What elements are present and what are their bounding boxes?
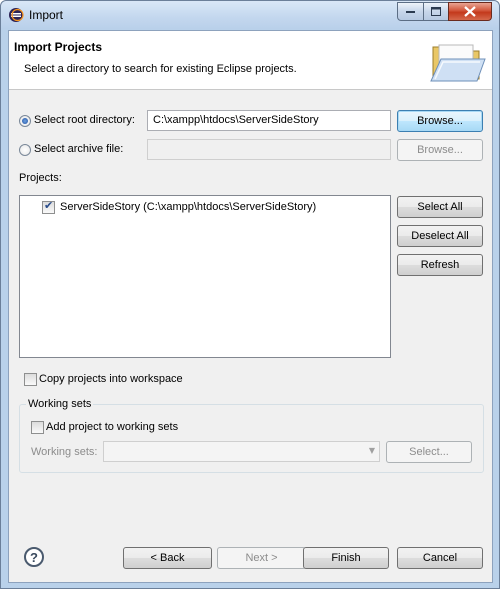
working-sets-label: Working sets: <box>31 446 98 458</box>
list-item[interactable]: ServerSideStory (C:\xampp\htdocs\ServerS… <box>42 199 387 217</box>
select-root-directory-radio[interactable] <box>19 115 31 127</box>
page-description: Select a directory to search for existin… <box>24 63 297 75</box>
title-bar[interactable]: Import <box>1 1 499 29</box>
folder-open-icon <box>430 44 486 82</box>
refresh-button[interactable]: Refresh <box>397 254 483 276</box>
back-button[interactable]: < Back <box>123 547 212 569</box>
project-checkbox[interactable] <box>42 199 55 214</box>
select-all-button[interactable]: Select All <box>397 196 483 218</box>
minimize-button[interactable] <box>397 2 424 21</box>
page-title: Import Projects <box>14 40 103 54</box>
next-button[interactable]: Next > <box>217 547 306 569</box>
working-sets-select-button[interactable]: Select... <box>386 441 472 463</box>
copy-projects-label[interactable]: Copy projects into workspace <box>39 373 183 385</box>
add-to-working-sets-label[interactable]: Add project to working sets <box>46 421 178 433</box>
select-archive-file-radio[interactable] <box>19 144 31 156</box>
copy-projects-checkbox[interactable] <box>24 373 37 386</box>
close-icon <box>464 6 476 17</box>
working-sets-group-label: Working sets <box>26 398 94 410</box>
finish-button[interactable]: Finish <box>303 547 389 569</box>
add-to-working-sets-checkbox[interactable] <box>31 421 44 434</box>
wizard-header: Import Projects Select a directory to se… <box>9 31 492 90</box>
maximize-icon <box>430 6 441 16</box>
projects-list[interactable]: ServerSideStory (C:\xampp\htdocs\ServerS… <box>19 195 391 358</box>
import-dialog: Import Import Projects Select a director… <box>0 0 500 589</box>
deselect-all-button[interactable]: Deselect All <box>397 225 483 247</box>
eclipse-icon <box>9 8 24 22</box>
minimize-icon <box>405 10 415 13</box>
root-browse-button[interactable]: Browse... <box>397 110 483 132</box>
root-directory-input[interactable]: C:\xampp\htdocs\ServerSideStory <box>147 110 391 131</box>
working-sets-combo[interactable]: ▼ <box>103 441 380 462</box>
project-label: ServerSideStory (C:\xampp\htdocs\ServerS… <box>60 201 317 213</box>
cancel-button[interactable]: Cancel <box>397 547 483 569</box>
maximize-button[interactable] <box>423 2 449 21</box>
archive-browse-button[interactable]: Browse... <box>397 139 483 161</box>
select-root-directory-label[interactable]: Select root directory: <box>34 114 135 126</box>
dialog-client-area: Import Projects Select a directory to se… <box>8 30 493 583</box>
archive-file-input[interactable] <box>147 139 391 160</box>
select-archive-file-label[interactable]: Select archive file: <box>34 143 123 155</box>
close-button[interactable] <box>448 2 492 21</box>
help-icon[interactable]: ? <box>24 547 44 567</box>
projects-label: Projects: <box>19 172 62 184</box>
window-title: Import <box>29 8 64 22</box>
chevron-down-icon: ▼ <box>368 446 375 455</box>
